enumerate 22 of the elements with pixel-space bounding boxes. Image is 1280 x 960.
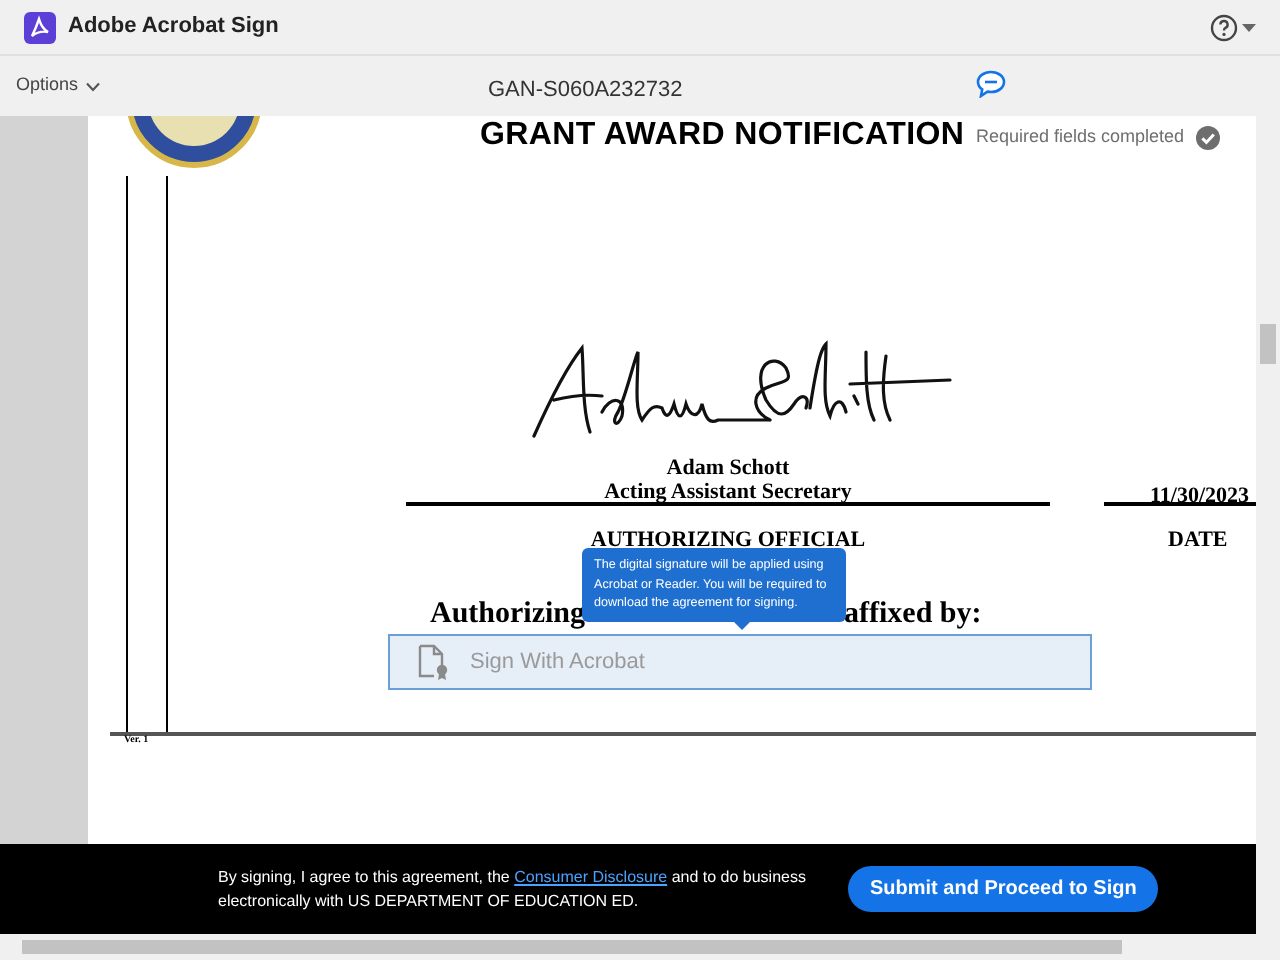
consent-text: By signing, I agree to this agreement, the Consumer Disclosure and to do business electronically with US DEPARTMENT OF EDUCATION ED. xyxy=(218,865,808,913)
document-title: GRANT AWARD NOTIFICATION xyxy=(480,116,965,156)
consumer-disclosure-link[interactable]: Consumer Disclosure xyxy=(514,867,668,885)
app-logo-icon xyxy=(24,11,56,43)
signer-title: Acting Assistant Secretary xyxy=(604,480,852,504)
chevron-down-icon xyxy=(86,81,101,91)
signature-date: 11/30/2023 xyxy=(1150,482,1250,512)
signer-name: Adam Schott xyxy=(666,456,790,480)
caret-icon xyxy=(1242,23,1256,31)
affixed-heading-start: Authorizing xyxy=(430,596,586,634)
app-title: Adobe Acrobat Sign xyxy=(68,12,279,43)
options-menu[interactable]: Options xyxy=(16,72,101,100)
certified-document-icon xyxy=(418,644,450,680)
checkmark-icon xyxy=(1196,125,1221,150)
date-label: DATE xyxy=(1168,526,1228,556)
comment-icon[interactable] xyxy=(976,70,1006,98)
required-fields-status: Required fields completed xyxy=(976,124,1185,150)
submit-button[interactable]: Submit and Proceed to Sign xyxy=(848,866,1159,912)
document-id: GAN-S060A232732 xyxy=(488,76,683,106)
help-button[interactable] xyxy=(1210,13,1256,41)
affixed-heading-end: affixed by: xyxy=(844,596,982,634)
help-icon xyxy=(1210,13,1238,41)
